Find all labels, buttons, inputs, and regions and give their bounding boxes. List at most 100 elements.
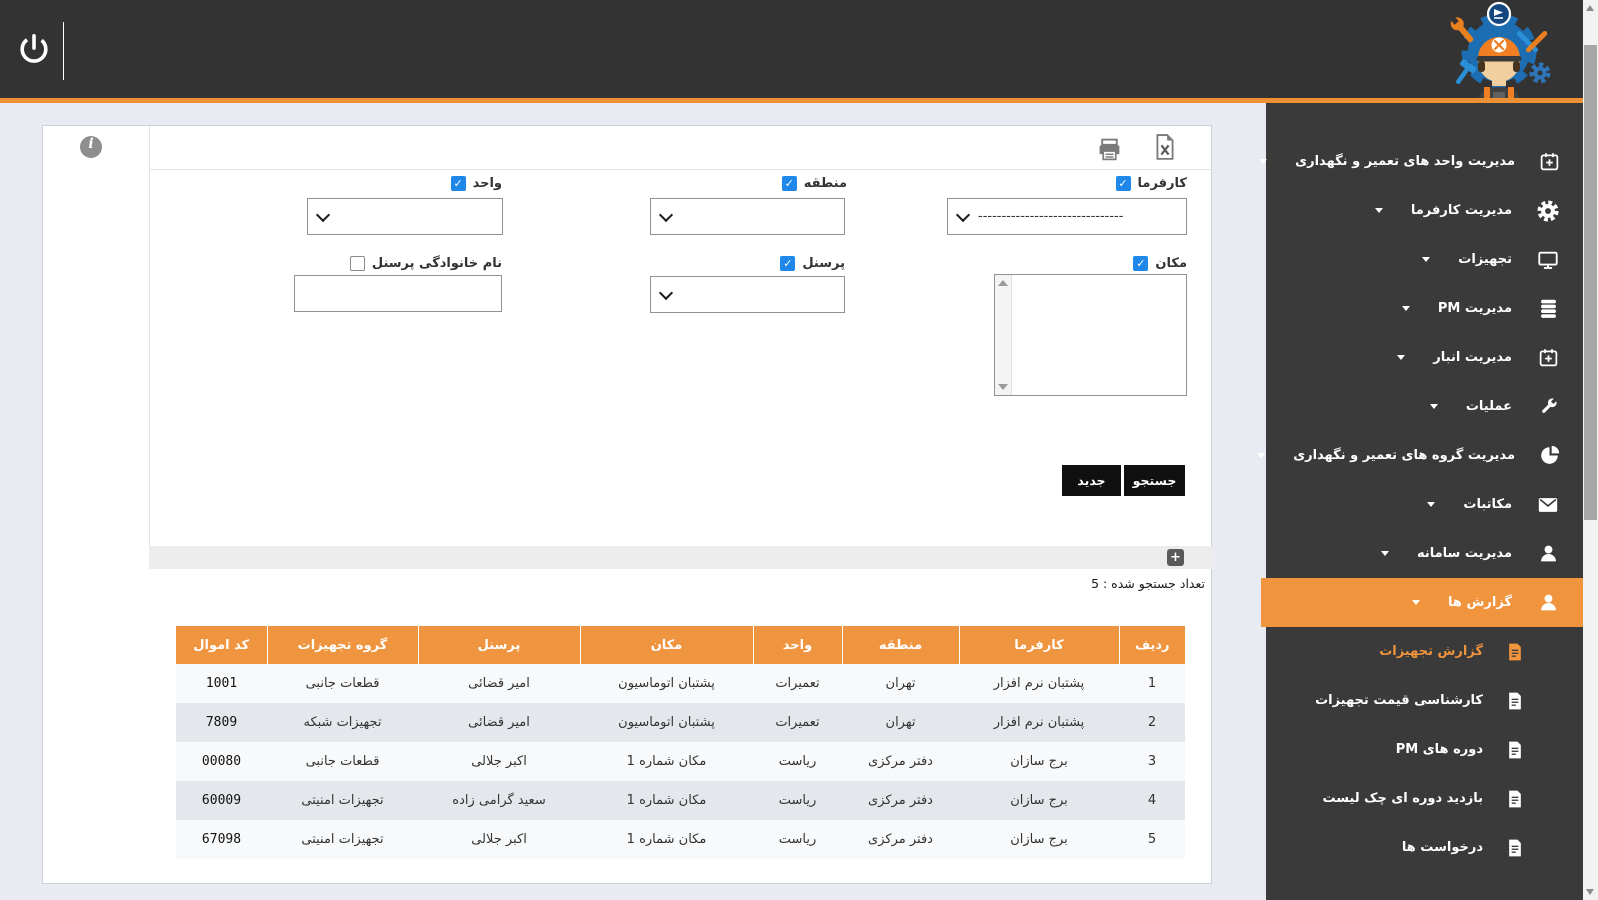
calendar-plus-icon (1536, 347, 1560, 368)
mantaghe-select[interactable] (650, 198, 845, 235)
table-row[interactable]: 3 برج سازان دفتر مرکزی ریاست مکان شماره … (176, 742, 1185, 781)
sidebar-item-label: مدیریت انبار (1433, 350, 1512, 365)
cell-client: پشتبان نرم افزار (959, 703, 1119, 742)
sidebar-subitem-equipment-pricing[interactable]: کارشناسی قیمت تجهیزات (1266, 676, 1583, 725)
chevron-down-icon (956, 208, 970, 222)
chevron-down-icon (1259, 159, 1267, 164)
scroll-up-icon[interactable] (1586, 5, 1594, 11)
search-count: تعداد جستجو شده : 5 (1091, 576, 1205, 591)
excel-export-button[interactable] (1152, 133, 1178, 165)
col-header-unit: واحد (753, 626, 842, 664)
page-scrollbar[interactable] (1583, 0, 1598, 900)
scroll-up-icon[interactable] (998, 280, 1008, 286)
makan-filter-group: مکان ✓ (1133, 256, 1187, 271)
sidebar-item-maintenance-units[interactable]: مدیریت واحد های تعمیر و نگهداری (1266, 137, 1583, 186)
cell-region: دفتر مرکزی (842, 781, 959, 820)
col-header-location: مکان (580, 626, 753, 664)
personel-filter-group: پرسنل ✓ (780, 256, 845, 271)
cell-location: پشتبان اتوماسیون (580, 664, 753, 703)
printer-icon (1097, 150, 1122, 165)
cell-personnel: اکبر جلالی (418, 742, 580, 781)
sidebar-item-reports[interactable]: گزارش ها (1261, 578, 1583, 627)
cell-client: برج سازان (959, 742, 1119, 781)
sidebar-subitem-periodic-checklist[interactable]: بازدید دوره ای چک لیست (1266, 774, 1583, 823)
sidebar-item-maintenance-groups[interactable]: مدیریت گروه های تعمیر و نگهداری (1266, 431, 1583, 480)
cell-unit: ریاست (753, 742, 842, 781)
cell-equipment-group: قطعات جانبی (267, 742, 418, 781)
sidebar-item-equipment[interactable]: تجهیزات (1266, 235, 1583, 284)
personel-select[interactable] (650, 276, 845, 313)
table-row[interactable]: 4 برج سازان دفتر مرکزی ریاست مکان شماره … (176, 781, 1185, 820)
sidebar-item-client-management[interactable]: مدیریت کارفرما (1266, 186, 1583, 235)
search-button[interactable]: جستجو (1124, 465, 1185, 496)
personel-checkbox[interactable]: ✓ (780, 256, 795, 271)
cell-unit: تعمیرات (753, 664, 842, 703)
karfarma-select[interactable]: ------------------------------- (947, 198, 1187, 235)
lastname-checkbox[interactable] (350, 256, 365, 271)
cell-row-number: 5 (1119, 820, 1185, 859)
sidebar-item-warehouse[interactable]: مدیریت انبار (1266, 333, 1583, 382)
listbox-scrollbar[interactable] (995, 275, 1012, 395)
sidebar-subitem-pm-periods[interactable]: دوره های PM (1266, 725, 1583, 774)
sidebar: مدیریت واحد های تعمیر و نگهداری مدیریت ک… (1266, 103, 1583, 900)
sidebar-item-pm-management[interactable]: مدیریت PM (1266, 284, 1583, 333)
print-button[interactable] (1097, 137, 1122, 165)
chevron-down-icon (659, 208, 673, 222)
sidebar-subitem-equipment-report[interactable]: گزارش تجهیزات (1266, 627, 1583, 676)
col-header-equipment-group: گروه تجهیزات (267, 626, 418, 664)
personel-label: پرسنل (802, 256, 845, 271)
lastname-input[interactable] (294, 275, 502, 312)
cell-region: تهران (842, 664, 959, 703)
table-row[interactable]: 2 پشتبان نرم افزار تهران تعمیرات پشتبان … (176, 703, 1185, 742)
cell-client: پشتبان نرم افزار (959, 664, 1119, 703)
sidebar-subitem-requests[interactable]: درخواست ها (1266, 823, 1583, 872)
col-header-asset-code: کد اموال (176, 626, 267, 664)
info-icon[interactable]: i (80, 136, 102, 158)
vahed-checkbox[interactable]: ✓ (451, 176, 466, 191)
cell-personnel: امیر قضائی (418, 703, 580, 742)
table-row[interactable]: 5 برج سازان دفتر مرکزی ریاست مکان شماره … (176, 820, 1185, 859)
sidebar-item-label: مدیریت واحد های تعمیر و نگهداری (1295, 154, 1515, 169)
table-row[interactable]: 1 پشتبان نرم افزار تهران تعمیرات پشتبان … (176, 664, 1185, 703)
cell-row-number: 2 (1119, 703, 1185, 742)
col-header-client: کارفرما (959, 626, 1119, 664)
filter-form: کارفرما ✓ منطقه ✓ واحد ✓ ---------------… (149, 126, 1214, 546)
excel-export-icon (1152, 150, 1178, 165)
content-panel: i (42, 125, 1212, 884)
sidebar-item-system-management[interactable]: مدیریت سامانه (1266, 529, 1583, 578)
gear-icon (1536, 200, 1560, 222)
cell-region: دفتر مرکزی (842, 742, 959, 781)
lastname-filter-group: نام خانوادگی پرسنل (350, 256, 502, 271)
col-header-personnel: پرسنل (418, 626, 580, 664)
file-icon (1503, 740, 1527, 760)
add-button[interactable]: + (1167, 549, 1184, 566)
sidebar-item-correspondence[interactable]: مکاتبات (1266, 480, 1583, 529)
karfarma-checkbox[interactable]: ✓ (1116, 176, 1131, 191)
cell-personnel: اکبر جلالی (418, 820, 580, 859)
table-header-row: ردیف کارفرما منطقه واحد مکان پرسنل گروه … (176, 626, 1185, 664)
cell-region: دفتر مرکزی (842, 820, 959, 859)
cell-row-number: 3 (1119, 742, 1185, 781)
new-button[interactable]: جدید (1062, 465, 1121, 496)
cell-equipment-group: تجهیزات شبکه (267, 703, 418, 742)
cell-asset-code: 00080 (176, 742, 267, 781)
sidebar-subitem-label: دوره های PM (1396, 742, 1483, 757)
scroll-down-icon[interactable] (998, 384, 1008, 390)
cell-location: مکان شماره 1 (580, 781, 753, 820)
chevron-down-icon (659, 286, 673, 300)
wrench-icon (1536, 396, 1560, 417)
logout-button[interactable] (14, 26, 54, 70)
results-table: ردیف کارفرما منطقه واحد مکان پرسنل گروه … (176, 626, 1185, 859)
vahed-select[interactable] (307, 198, 503, 235)
sidebar-item-operations[interactable]: عملیات (1266, 382, 1583, 431)
mantaghe-checkbox[interactable]: ✓ (782, 176, 797, 191)
monitor-icon (1536, 249, 1560, 271)
scrollbar-thumb[interactable] (1584, 45, 1597, 520)
chevron-down-icon (1375, 208, 1383, 213)
scroll-down-icon[interactable] (1586, 889, 1594, 895)
makan-listbox[interactable] (994, 274, 1187, 396)
makan-checkbox[interactable]: ✓ (1133, 256, 1148, 271)
cell-asset-code: 1001 (176, 664, 267, 703)
cell-client: برج سازان (959, 820, 1119, 859)
sidebar-item-label: گزارش ها (1448, 595, 1512, 610)
